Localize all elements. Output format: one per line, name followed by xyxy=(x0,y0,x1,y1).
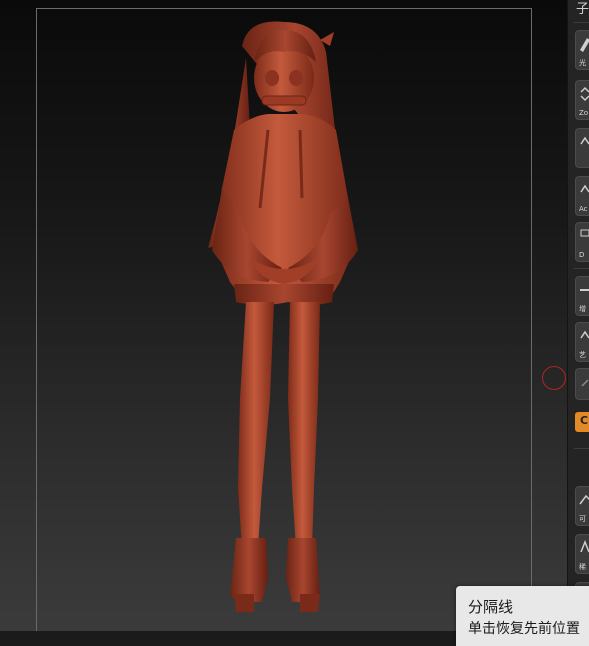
tool-label: 稀 xyxy=(579,563,586,571)
actual-size-tool-button[interactable]: Ac xyxy=(575,176,589,216)
shelf-divider xyxy=(574,22,589,23)
tooltip-title: 分隔线 xyxy=(468,598,514,616)
local-symmetry-icon xyxy=(581,379,589,387)
sculpted-figure-model[interactable] xyxy=(150,18,420,631)
tooltip-description: 单击恢复先前位置 xyxy=(468,621,580,637)
tool-label: 增 xyxy=(579,305,586,313)
tool-label: 艺 xyxy=(579,351,586,359)
floor-grid-icon xyxy=(580,289,589,291)
actual-size-icon xyxy=(580,184,589,193)
tool-label: D xyxy=(579,251,585,259)
double-sided-icon xyxy=(580,229,589,237)
polyframe-tool-button[interactable]: 可 xyxy=(575,486,589,526)
double-sided-tool-button[interactable]: D xyxy=(575,222,589,262)
right-shelf: 子 光 Zo Ac D 增 艺 C 可 稀 xyxy=(567,0,589,631)
tool-label: Ac xyxy=(579,205,588,213)
color-toggle-button[interactable]: C xyxy=(575,412,589,432)
brush-stroke-icon xyxy=(580,38,589,52)
3d-viewport[interactable] xyxy=(0,0,567,631)
shelf-divider xyxy=(574,448,589,449)
tool-label: 可 xyxy=(579,515,586,523)
orange-button-label: C xyxy=(580,414,589,427)
zoom-icon xyxy=(580,86,589,102)
zoom-tool-button[interactable]: Zo xyxy=(575,80,589,120)
local-symmetry-tool-button[interactable] xyxy=(575,368,589,400)
rotate-icon xyxy=(580,330,589,339)
polyframe-icon xyxy=(579,494,589,505)
tooltip: 分隔线 单击恢复先前位置 xyxy=(456,586,589,646)
move-icon xyxy=(580,136,589,145)
brush-stroke-tool-button[interactable]: 光 xyxy=(575,30,589,70)
move-tool-button[interactable] xyxy=(575,128,589,168)
tool-label: 光 xyxy=(579,59,586,67)
shelf-divider xyxy=(574,268,589,269)
transparency-tool-button[interactable]: 稀 xyxy=(575,534,589,574)
shelf-title: 子 xyxy=(576,2,589,17)
rotate-tool-button[interactable]: 艺 xyxy=(575,322,589,362)
tool-label: Zo xyxy=(579,109,589,117)
transparency-icon xyxy=(580,539,589,553)
floor-grid-tool-button[interactable]: 增 xyxy=(575,276,589,316)
brush-cursor xyxy=(542,366,566,390)
